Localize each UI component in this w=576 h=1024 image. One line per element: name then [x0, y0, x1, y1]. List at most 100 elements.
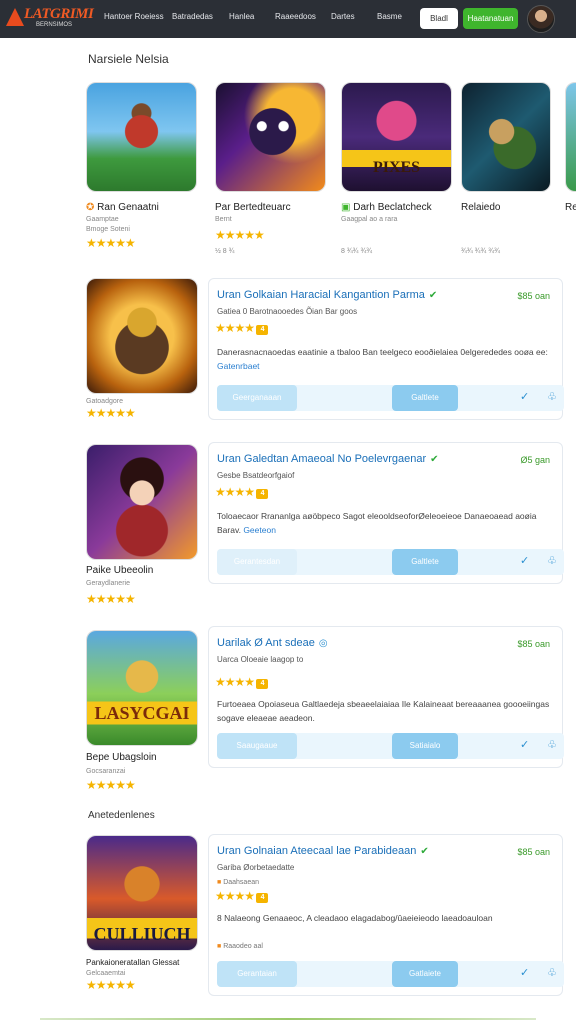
game-title[interactable]: Uarilak Ø Ant sdeae ◎: [217, 637, 328, 649]
game-name: Par Bertedteuarc: [215, 202, 291, 213]
carousel-card-partial[interactable]: Re: [565, 82, 576, 262]
game-card: Uran Golnaian Ateecaal lae Parabideaan ✔ …: [208, 834, 564, 996]
check-icon: ✔: [420, 846, 429, 857]
game-category: Geraydlanerie: [86, 580, 130, 587]
site-logo[interactable]: LATGRIMI BERNSIMOS: [6, 5, 94, 31]
info-icon: ◎: [318, 638, 328, 649]
logo-subtitle: BERNSIMOS: [36, 22, 73, 28]
star-rating: ★★★★ 4: [215, 485, 269, 499]
game-category: Gocsaranzai: [86, 768, 126, 775]
check-icon[interactable]: ✓: [520, 966, 529, 979]
rating-badge: 4: [256, 893, 269, 903]
game-category: Gaagpal ao a rara: [341, 216, 398, 223]
game-category: Bernt: [215, 216, 232, 223]
nav-item-3[interactable]: Hanlea: [229, 12, 254, 21]
game-name: ✪ Ran Genaatni: [86, 202, 159, 213]
game-subtitle: Gesbe Bsatdeorfgaiof: [217, 471, 295, 480]
game-price: $85 oan: [517, 639, 550, 649]
read-more-link[interactable]: Gatenrbaet: [217, 361, 260, 371]
action-bar: Geerganaaan Galtlete ✓ ♧: [217, 385, 564, 411]
game-meta: ¾¾ ¾¾ ¾¾: [461, 248, 500, 255]
rating-badge: 4: [256, 325, 269, 335]
check-icon[interactable]: ✓: [520, 390, 529, 403]
carousel-card[interactable]: Relaiedo ¾¾ ¾¾ ¾¾: [461, 82, 573, 262]
action-bar: Gerantesdan Galtlete ✓ ♧: [217, 549, 564, 575]
nav-item-2[interactable]: Batradedas: [172, 12, 213, 21]
game-price: Ø5 gan: [520, 455, 550, 465]
game-title[interactable]: Uran Golnaian Ateecaal lae Parabideaan ✔: [217, 845, 429, 857]
play-button[interactable]: Saaugaaue: [217, 733, 297, 759]
game-thumbnail: [86, 82, 197, 192]
game-name: Relaiedo: [461, 202, 501, 213]
thumb-up-icon[interactable]: ♧: [547, 966, 557, 979]
play-button[interactable]: Gerantesdan: [217, 549, 297, 575]
nav-item-5[interactable]: Dartes: [331, 12, 355, 21]
game-name: ▣ Darh Beclatcheck: [341, 202, 432, 213]
game-subcategory: Bmoge Soteni: [86, 226, 130, 233]
rating-badge: 4: [256, 489, 269, 499]
nav-item-4[interactable]: Raaeedoos: [275, 12, 316, 21]
star-rating: ★★★★ 4: [215, 889, 269, 903]
play-button[interactable]: Gerantaian: [217, 961, 297, 987]
star-rating: ★★★★ 4: [215, 321, 269, 335]
nav-item-6[interactable]: Basme: [377, 12, 402, 21]
read-more-link[interactable]: Geeteon: [243, 525, 276, 535]
game-thumbnail: PIXES: [341, 82, 452, 192]
game-thumbnail[interactable]: [86, 278, 198, 394]
thumb-up-icon[interactable]: ♧: [547, 738, 557, 751]
download-button[interactable]: Galtlete: [392, 385, 458, 411]
download-button[interactable]: Satiaialo: [392, 733, 458, 759]
check-icon: ✔: [428, 290, 438, 301]
thumb-up-icon[interactable]: ♧: [547, 554, 557, 567]
game-price: $85 oan: [517, 291, 550, 301]
star-rating: ★★★★★: [215, 228, 265, 242]
game-thumbnail[interactable]: CULLIUCH: [86, 835, 198, 951]
check-icon: ✔: [430, 454, 439, 465]
star-rating: ★★★★★: [86, 406, 136, 420]
logo-text: LATGRIMI: [24, 6, 94, 22]
game-category: Gatoadgore: [86, 398, 123, 405]
check-icon[interactable]: ✓: [520, 738, 529, 751]
game-card: Uran Golkaian Haracial Kangantion Parma ✔…: [208, 278, 564, 420]
download-button[interactable]: Galtlete: [392, 549, 458, 575]
game-description: 8 Nalaeong Genaaeoc, A cleadaoo elagadab…: [217, 913, 493, 923]
game-meta: 8 ¾¾ ¾¾: [341, 248, 373, 255]
game-thumbnail: [565, 82, 576, 192]
carousel-card[interactable]: ✪ Ran Genaatni Gaamptae Bmoge Soteni ★★★…: [86, 82, 198, 262]
game-thumbnail[interactable]: LASYCGAI: [86, 630, 198, 746]
star-rating: ★★★★★: [86, 592, 136, 606]
check-icon[interactable]: ✓: [520, 554, 529, 567]
rating-badge: 4: [256, 679, 269, 689]
game-title[interactable]: Uran Golkaian Haracial Kangantion Parma ✔: [217, 289, 437, 301]
footer-divider: [40, 1018, 536, 1020]
action-bar: Saaugaaue Satiaialo ✓ ♧: [217, 733, 564, 759]
login-button[interactable]: Bladl: [420, 8, 458, 29]
game-name: Bepe Ubagsloin: [86, 752, 157, 763]
game-subtitle: Uarca Oloeaie laagop to: [217, 655, 304, 664]
user-avatar[interactable]: [527, 5, 555, 33]
game-name: Re: [565, 202, 576, 213]
game-subtitle: Gariba Øorbetaedatte: [217, 863, 295, 872]
game-meta: ½ 8 ¾: [215, 248, 235, 255]
game-description: Danerasnacnaoedas eaatinie a tbaloo Ban …: [217, 347, 548, 371]
game-thumbnail[interactable]: [86, 444, 198, 560]
carousel-card[interactable]: PIXES ▣ Darh Beclatcheck Gaagpal ao a ra…: [341, 82, 453, 262]
game-category: Gelcaaemtai: [86, 970, 126, 977]
star-rating: ★★★★★: [86, 778, 136, 792]
signup-button[interactable]: Haatanatuan: [463, 8, 518, 29]
game-category: Gaamptae: [86, 216, 119, 223]
nav-item-1[interactable]: Hantoer Roeiess: [104, 12, 164, 21]
star-rating: ★★★★ 4: [215, 675, 269, 689]
carousel-section-title: Narsiele Nelsia: [88, 52, 169, 66]
logo-flame-icon: [6, 8, 24, 26]
game-title[interactable]: Uran Galedtan Amaeoal No Poelevrgaenar ✔: [217, 453, 439, 465]
game-card: Uarilak Ø Ant sdeae ◎ $85 oan Uarca Oloea…: [208, 626, 564, 768]
game-description: Furtoeaea Opoiaseua Galtlaedeja sbeaeela…: [217, 699, 550, 723]
carousel-card[interactable]: Par Bertedteuarc Bernt ★★★★★ ½ 8 ¾: [215, 82, 327, 262]
game-thumbnail: [461, 82, 551, 192]
game-subtitle: Gatiea 0 Barotnaooedes Õian Bar goos: [217, 307, 358, 316]
download-button[interactable]: Gatlaiete: [392, 961, 458, 987]
thumb-up-icon[interactable]: ♧: [547, 390, 557, 403]
game-thumbnail: [215, 82, 326, 192]
play-button[interactable]: Geerganaaan: [217, 385, 297, 411]
